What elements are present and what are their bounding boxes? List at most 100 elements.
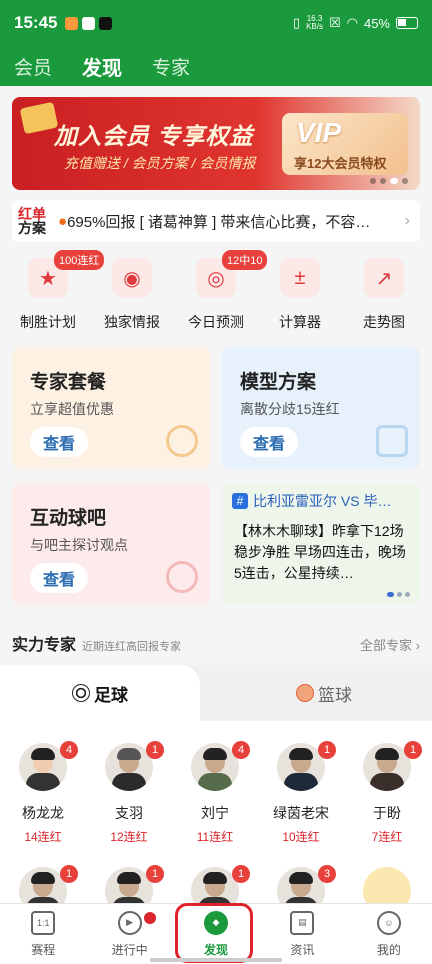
news-pagination — [387, 592, 410, 597]
nav-profile[interactable]: ☺ 我的 — [346, 904, 432, 964]
card-title: 模型方案 — [240, 372, 317, 393]
unread-badge: 4 — [232, 741, 250, 759]
banner-title: 加入会员 专享权益 — [54, 123, 254, 149]
top-tabs: 会员 发现 专家 — [0, 46, 432, 86]
nav-live[interactable]: ▶ 进行中 — [86, 904, 172, 964]
tab-member[interactable]: 会员 — [14, 53, 52, 80]
news-body: 【林木木聊球】昨拿下12场稳步净胜 早场四连击，晚场5连击，公星持续… — [234, 523, 406, 581]
tab-basketball-label: 篮球 — [318, 685, 352, 705]
sim-icon: ☒ — [328, 15, 341, 30]
user-icon: ☺ — [376, 910, 401, 935]
expert-streak: 11连红 — [196, 830, 234, 844]
quick-action-plan[interactable]: ★ 100连红 制胜计划 — [8, 250, 105, 332]
nav-label: 资讯 — [290, 942, 315, 957]
crown-icon — [19, 101, 59, 135]
expert-name: 刘宁 — [201, 805, 229, 821]
news-card[interactable]: # 比利亚雷亚尔 VS 毕… 【林木木聊球】昨拿下12场稳步净胜 早场四连击，晚… — [222, 483, 420, 605]
membership-banner[interactable]: 加入会员 专享权益 充值赠送 / 会员方案 / 会员情报 VIP 享12大会员特… — [12, 97, 420, 190]
basketball-icon — [296, 684, 314, 702]
expert-name: 绿茵老宋 — [273, 805, 329, 821]
card-subtitle: 与吧主探讨观点 — [30, 537, 128, 553]
cube-decor-icon — [376, 425, 408, 457]
nav-discover[interactable]: ◆ 发现 — [173, 904, 259, 964]
unread-badge: 1 — [318, 741, 336, 759]
news-dot-active — [387, 592, 394, 597]
view-button[interactable]: 查看 — [240, 427, 298, 457]
news-dot — [405, 592, 410, 597]
unread-badge: 1 — [232, 865, 250, 883]
all-experts-link[interactable]: 全部专家 › — [360, 635, 420, 654]
nav-label: 赛程 — [31, 942, 56, 957]
unread-badge: 1 — [60, 865, 78, 883]
card-title: 专家套餐 — [30, 372, 107, 393]
vibrate-icon: ▯ — [292, 15, 301, 30]
app-notification-icon — [65, 16, 79, 30]
logo-line2: 方案 — [18, 220, 46, 236]
banner-subtitle: 充值赠送 / 会员方案 / 会员情报 — [64, 155, 256, 171]
quick-actions: ★ 100连红 制胜计划 ◉ 独家情报 ◎ 12中10 今日预测 ± 计算器 ↗… — [0, 250, 432, 332]
view-button[interactable]: 查看 — [30, 563, 88, 593]
tab-football-label: 足球 — [94, 685, 128, 705]
notice-text: 695%回报 [ 诸葛神算 ] 带来信心比赛，不容… — [67, 213, 371, 231]
notice-bar[interactable]: 红单 方案 ● 695%回报 [ 诸葛神算 ] 带来信心比赛，不容… › — [12, 200, 420, 242]
expert-name: 支羽 — [115, 805, 143, 821]
banner-pagination — [370, 178, 408, 184]
expert-item[interactable]: 1 于盼 7连红 — [344, 741, 430, 845]
card-title: 互动球吧 — [30, 508, 107, 529]
section-title: 实力专家 — [12, 637, 77, 654]
football-icon — [72, 684, 90, 702]
broadcast-decor-icon — [166, 561, 198, 593]
quick-action-forecast[interactable]: ◎ 12中10 今日预测 — [176, 250, 268, 332]
model-plan-card[interactable]: 模型方案 离散分歧15连红 查看 — [222, 347, 420, 469]
nav-label: 我的 — [376, 942, 401, 957]
signal-icon: ◉ — [112, 258, 152, 298]
expert-item[interactable]: 1 绿茵老宋 10连红 — [258, 741, 344, 845]
play-icon: ▶ — [117, 910, 142, 935]
nav-label: 发现 — [204, 942, 229, 957]
expert-streak: 10连红 — [282, 830, 320, 844]
expert-package-card[interactable]: 专家套餐 立享超值优惠 查看 — [12, 347, 210, 469]
tab-football[interactable]: 足球 — [0, 665, 200, 721]
banner-dot — [370, 178, 376, 184]
quick-action-intel[interactable]: ◉ 独家情报 — [92, 254, 172, 332]
quick-action-calculator[interactable]: ± 计算器 — [260, 254, 340, 332]
expert-streak: 14连红 — [24, 830, 62, 844]
expert-item[interactable]: 4 杨龙龙 14连红 — [0, 741, 86, 845]
sport-tabs: 足球 篮球 — [0, 665, 432, 721]
status-right: ▯ 16.3 KB/s ☒ ◠ 45% — [293, 15, 418, 31]
battery-icon — [396, 17, 418, 29]
chevron-right-icon: › — [404, 212, 410, 229]
banner-dot — [380, 178, 386, 184]
bottom-nav: 1:1 赛程 ▶ 进行中 ◆ 发现 ▤ 资讯 ☺ 我的 — [0, 903, 432, 964]
status-bar: 15:45 ▯ 16.3 KB/s ☒ ◠ 45% — [0, 0, 432, 46]
experts-section-header: 实力专家 近期连红高回报专家 全部专家 › — [12, 631, 420, 655]
expert-name: 杨龙龙 — [22, 805, 64, 821]
cloud-icon — [82, 16, 96, 30]
vip-card: VIP 享12大会员特权 — [282, 113, 408, 175]
badge-decor-icon — [166, 425, 198, 457]
quick-label: 独家情报 — [104, 314, 160, 330]
tab-discover[interactable]: 发现 — [82, 52, 122, 81]
vip-text: 享12大会员特权 — [294, 156, 387, 171]
nav-schedule[interactable]: 1:1 赛程 — [0, 904, 86, 964]
hashtag-icon: # — [232, 493, 248, 509]
fire-icon: ● — [58, 212, 68, 230]
view-button[interactable]: 查看 — [30, 427, 88, 457]
net-speed: 16.3 KB/s — [306, 15, 323, 31]
quick-action-trend[interactable]: ↗ 走势图 — [344, 254, 424, 332]
banner-dot-active — [390, 178, 398, 184]
forum-card[interactable]: 互动球吧 与吧主探讨观点 查看 — [12, 483, 210, 605]
nav-label: 进行中 — [111, 942, 148, 957]
expert-item[interactable]: 4 刘宁 11连红 — [172, 741, 258, 845]
news-dot — [397, 592, 402, 597]
nav-news[interactable]: ▤ 资讯 — [259, 904, 345, 964]
tab-expert[interactable]: 专家 — [152, 53, 190, 80]
tab-basketball[interactable]: 篮球 — [216, 665, 432, 721]
unread-badge: 4 — [60, 741, 78, 759]
unread-badge: 3 — [318, 865, 336, 883]
quick-label: 制胜计划 — [20, 314, 76, 330]
card-subtitle: 立享超值优惠 — [30, 401, 114, 417]
banner-dot — [402, 178, 408, 184]
status-time: 15:45 — [14, 13, 58, 32]
expert-item[interactable]: 1 支羽 12连红 — [86, 741, 172, 845]
